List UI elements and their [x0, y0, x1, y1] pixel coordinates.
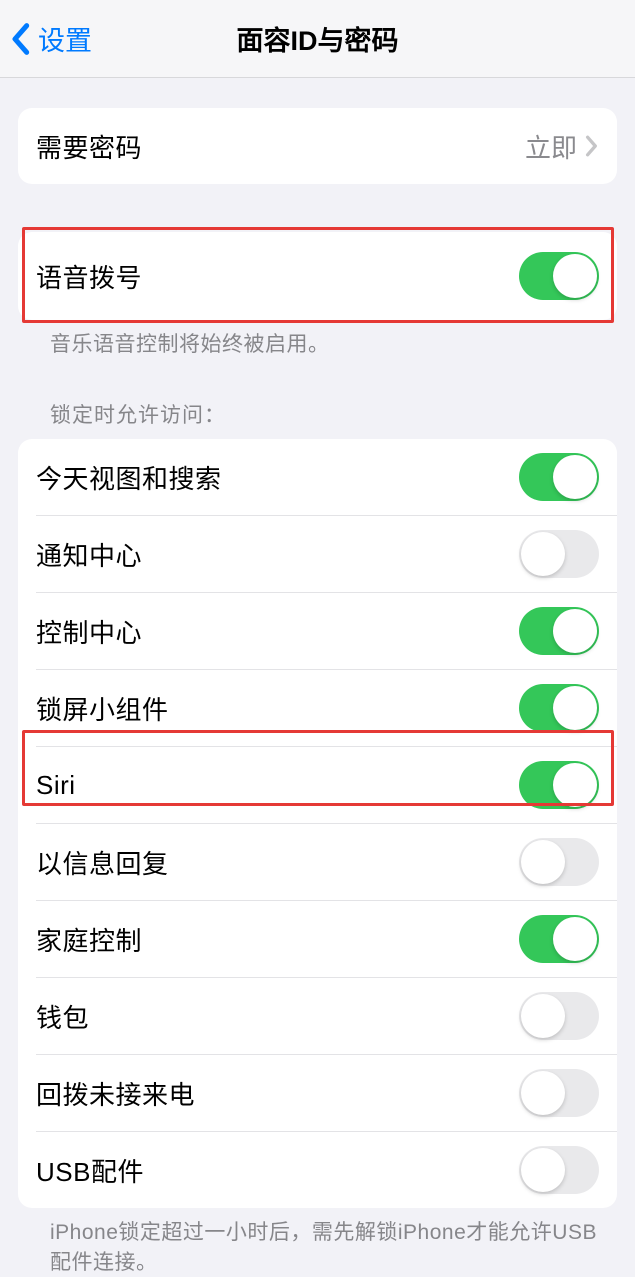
locked-item-toggle[interactable] — [519, 992, 599, 1040]
locked-item-label: 家庭控制 — [36, 921, 142, 958]
require-passcode-section: 需要密码 立即 — [18, 108, 617, 184]
locked-item-row: 通知中心 — [18, 516, 617, 592]
require-passcode-label: 需要密码 — [36, 128, 142, 165]
locked-item-label: 通知中心 — [36, 536, 142, 573]
require-passcode-row[interactable]: 需要密码 立即 — [18, 108, 617, 184]
voice-dial-footer: 音乐语音控制将始终被启用。 — [50, 330, 599, 359]
locked-item-toggle[interactable] — [519, 1146, 599, 1194]
locked-item-row: 锁屏小组件 — [18, 670, 617, 746]
voice-dial-label: 语音拨号 — [36, 258, 142, 295]
content-area: 需要密码 立即 语音拨号 音乐语音控制将始终被启用。 锁定时允许访问： 今天 — [0, 108, 635, 1277]
locked-access-footer: iPhone锁定超过一小时后，需先解锁iPhone才能允许USB配件连接。 — [50, 1218, 599, 1277]
locked-item-label: USB配件 — [36, 1152, 144, 1189]
locked-item-row: 控制中心 — [18, 593, 617, 669]
locked-access-section: 锁定时允许访问： 今天视图和搜索通知中心控制中心锁屏小组件 Siri 以信息回复家庭… — [18, 399, 617, 1277]
locked-item-row: 回拨未接来电 — [18, 1055, 617, 1131]
locked-item-toggle[interactable] — [519, 915, 599, 963]
locked-item-row: Siri — [18, 747, 617, 823]
voice-dial-toggle[interactable] — [519, 252, 599, 300]
locked-item-row: 家庭控制 — [18, 901, 617, 977]
voice-dial-section: 语音拨号 音乐语音控制将始终被启用。 — [18, 232, 617, 359]
locked-item-toggle[interactable] — [519, 453, 599, 501]
require-passcode-value: 立即 — [525, 128, 577, 165]
locked-item-toggle[interactable] — [519, 607, 599, 655]
back-button[interactable]: 设置 — [10, 19, 92, 58]
locked-item-row: 以信息回复 — [18, 824, 617, 900]
locked-item-label: 今天视图和搜索 — [36, 459, 222, 496]
voice-dial-row: 语音拨号 — [18, 232, 617, 320]
locked-item-label: 锁屏小组件 — [36, 690, 169, 727]
locked-item-row: 钱包 — [18, 978, 617, 1054]
locked-item-label: 钱包 — [36, 998, 89, 1035]
locked-item-label: Siri — [36, 770, 76, 801]
locked-item-toggle[interactable] — [519, 530, 599, 578]
navigation-header: 设置 面容ID与密码 — [0, 0, 635, 78]
locked-item-label: 以信息回复 — [36, 844, 169, 881]
locked-item-label: 回拨未接来电 — [36, 1075, 195, 1112]
locked-item-toggle[interactable] — [519, 1069, 599, 1117]
locked-item-row: USB配件 — [18, 1132, 617, 1208]
locked-access-list: 今天视图和搜索通知中心控制中心锁屏小组件 Siri 以信息回复家庭控制钱包回拨未接来… — [18, 439, 617, 1208]
back-label: 设置 — [38, 19, 92, 58]
chevron-right-icon — [585, 135, 599, 157]
locked-item-toggle[interactable] — [519, 684, 599, 732]
locked-item-row: 今天视图和搜索 — [18, 439, 617, 515]
locked-item-toggle[interactable] — [519, 838, 599, 886]
page-title: 面容ID与密码 — [0, 19, 635, 58]
locked-item-toggle[interactable] — [519, 761, 599, 809]
locked-access-header: 锁定时允许访问： — [50, 399, 617, 429]
chevron-left-icon — [10, 22, 30, 56]
locked-item-label: 控制中心 — [36, 613, 142, 650]
